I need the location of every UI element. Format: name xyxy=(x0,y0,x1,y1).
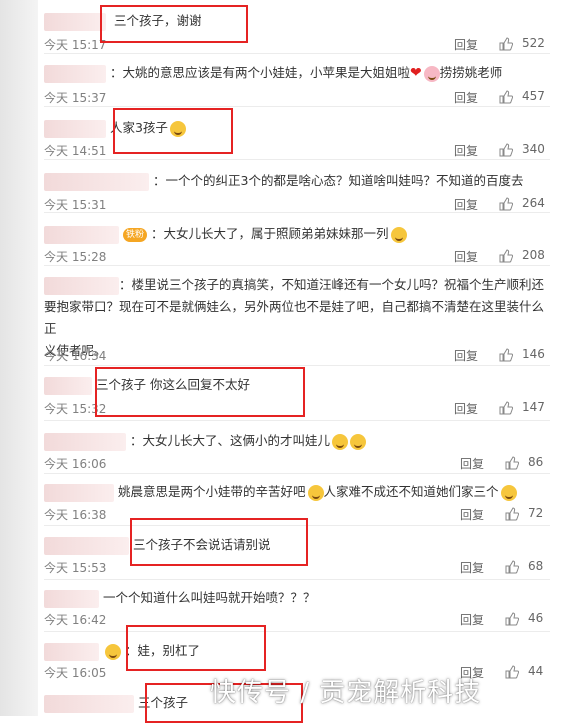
left-panel-shadow xyxy=(0,0,38,716)
user-name-blurred[interactable] xyxy=(44,642,99,661)
kiss-emoji-icon xyxy=(390,226,407,243)
comment-item: ：楼里说三个孩子的真搞笑，不知道汪峰还有一个女儿吗？祝福个生产顺利还 要抱家带口… xyxy=(44,266,550,366)
comment-item: ：大女儿长大了、这俩小的才叫娃儿 今天 16:06 回复 86 xyxy=(44,421,550,474)
red-highlight-box xyxy=(130,518,308,566)
comment-item: 铁粉 ：大女儿长大了，属于照顾弟弟妹妹那一列 今天 15:28 回复 208 xyxy=(44,213,550,266)
like-thumb-icon[interactable] xyxy=(505,507,519,521)
like-thumb-icon[interactable] xyxy=(505,560,519,574)
like-count: 208 xyxy=(522,248,545,262)
fan-badge: 铁粉 xyxy=(122,227,147,242)
comment-time: 今天 15:31 xyxy=(44,198,107,212)
reply-button[interactable]: 回复 xyxy=(454,400,478,417)
comment-time: 今天 15:37 xyxy=(44,91,107,105)
comment-text-2: 人家难不成还不知道她们家三个 xyxy=(323,484,499,499)
red-highlight-box xyxy=(113,108,233,154)
user-name-blurred[interactable] xyxy=(44,119,106,138)
like-thumb-icon[interactable] xyxy=(499,348,513,362)
grin-emoji-icon xyxy=(332,433,348,450)
reply-button[interactable]: 回复 xyxy=(460,611,484,628)
user-name-blurred[interactable] xyxy=(44,276,119,295)
comment-time: 今天 16:06 xyxy=(44,457,107,471)
comment-time: 今天 15:28 xyxy=(44,250,107,264)
comment-time: 今天 16:42 xyxy=(44,613,107,627)
user-name-blurred[interactable] xyxy=(44,376,92,395)
reply-button[interactable]: 回复 xyxy=(460,506,484,523)
comment-list: 三个孩子，谢谢 今天 15:17 回复 522 ：大姚的意思应该是有两个小娃娃，… xyxy=(0,0,570,723)
user-name-blurred[interactable] xyxy=(44,536,129,555)
like-thumb-icon[interactable] xyxy=(499,401,513,415)
user-name-blurred[interactable] xyxy=(44,225,119,244)
comment-item: ：一个个的纠正3个的都是啥心态？知道啥叫娃吗？不知道的百度去 今天 15:31 … xyxy=(44,160,550,213)
reply-button[interactable]: 回复 xyxy=(460,455,484,472)
reply-button[interactable]: 回复 xyxy=(460,559,484,576)
like-count: 72 xyxy=(528,506,544,520)
user-name-blurred[interactable] xyxy=(44,483,114,502)
like-count: 457 xyxy=(522,89,545,103)
like-thumb-icon[interactable] xyxy=(505,665,519,679)
comment-text: ：大姚的意思应该是有两个小娃娃，小苹果是大姐姐啦 xyxy=(109,65,410,80)
comment-time: 今天 14:51 xyxy=(44,144,107,158)
red-highlight-box xyxy=(126,625,266,671)
smile-emoji-icon xyxy=(104,643,121,660)
like-count: 264 xyxy=(522,196,545,210)
like-count: 68 xyxy=(528,559,544,573)
like-count: 340 xyxy=(522,142,545,156)
user-name-blurred[interactable] xyxy=(44,172,149,191)
user-name-blurred[interactable] xyxy=(44,64,106,83)
comment-text-line: ：楼里说三个孩子的真搞笑，不知道汪峰还有一个女儿吗？祝福个生产顺利还 xyxy=(119,277,545,292)
comment-text: ：大女儿长大了，属于照顾弟弟妹妹那一列 xyxy=(150,226,389,241)
reply-button[interactable]: 回复 xyxy=(454,347,478,364)
comment-text: 姚晨意思是两个小娃带的辛苦好吧 xyxy=(117,484,306,499)
cry-emoji-icon xyxy=(307,484,324,501)
reply-button[interactable]: 回复 xyxy=(454,248,478,265)
user-name-blurred[interactable] xyxy=(44,12,106,31)
reply-button[interactable]: 回复 xyxy=(454,36,478,53)
like-thumb-icon[interactable] xyxy=(505,612,519,626)
reply-button[interactable]: 回复 xyxy=(454,142,478,159)
comment-text: ：一个个的纠正3个的都是啥心态？知道啥叫娃吗？不知道的百度去 xyxy=(152,173,524,188)
like-thumb-icon[interactable] xyxy=(505,456,519,470)
like-thumb-icon[interactable] xyxy=(499,90,513,104)
comment-tail: 捞捞姚老师 xyxy=(439,65,503,80)
like-count: 46 xyxy=(528,611,544,625)
heart-icon: ❤ xyxy=(410,65,422,81)
comment-item: 一个个知道什么叫娃吗就开始喷？？？ 今天 16:42 回复 46 xyxy=(44,580,550,632)
comment-time: 今天 15:17 xyxy=(44,38,107,52)
user-name-blurred[interactable] xyxy=(44,589,99,608)
sweat-emoji-icon xyxy=(500,484,517,501)
user-name-blurred[interactable] xyxy=(44,694,134,713)
comment-text: ：大女儿长大了、这俩小的才叫娃儿 xyxy=(129,433,330,448)
grin-emoji-icon xyxy=(350,433,366,450)
comment-item: ：大姚的意思应该是有两个小娃娃，小苹果是大姐姐啦❤ 捞捞姚老师 今天 15:37 … xyxy=(44,54,550,107)
like-count: 147 xyxy=(522,400,545,414)
comment-time: 今天 15:53 xyxy=(44,561,107,575)
comment-text: 一个个知道什么叫娃吗就开始喷？？？ xyxy=(102,590,316,605)
comment-time: 今天 16:38 xyxy=(44,508,107,522)
reply-button[interactable]: 回复 xyxy=(454,196,478,213)
reply-button[interactable]: 回复 xyxy=(454,89,478,106)
like-count: 146 xyxy=(522,347,545,361)
like-thumb-icon[interactable] xyxy=(499,37,513,51)
like-thumb-icon[interactable] xyxy=(499,197,513,211)
like-thumb-icon[interactable] xyxy=(499,143,513,157)
like-thumb-icon[interactable] xyxy=(499,249,513,263)
watermark-text: 快传号 / 贡宠解析科技 xyxy=(210,678,482,708)
red-highlight-box xyxy=(95,367,305,417)
user-name-blurred[interactable] xyxy=(44,432,126,451)
red-highlight-box xyxy=(100,5,248,43)
comment-time: 今天 16:05 xyxy=(44,666,107,680)
like-count: 522 xyxy=(522,36,545,50)
like-count: 86 xyxy=(528,455,544,469)
comment-text-line: 要抱家带口？现在可不是就俩娃么，另外两位也不是娃了吧，自己都搞不清楚在这里装什么… xyxy=(44,299,545,336)
like-count: 44 xyxy=(528,664,544,678)
pig-emoji-icon xyxy=(423,65,440,82)
comment-time: 今天 16:34 xyxy=(44,349,107,363)
